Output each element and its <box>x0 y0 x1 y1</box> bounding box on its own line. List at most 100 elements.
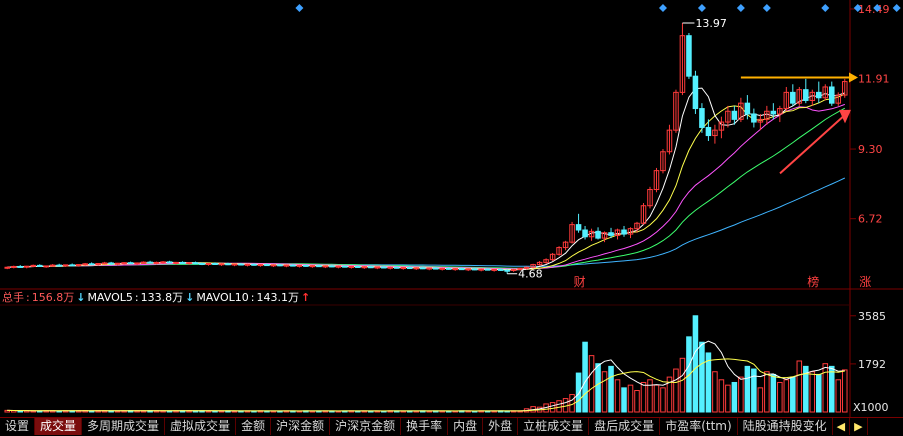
volume-bar <box>699 341 705 413</box>
candle-body <box>686 35 692 77</box>
candle <box>816 81 822 104</box>
ma30-line <box>7 107 846 269</box>
tab-outer-volume[interactable]: 外盘 <box>483 418 519 435</box>
tab-volume[interactable]: 成交量 <box>35 418 83 435</box>
tab-after-hours-volume[interactable]: 盘后成交量 <box>589 418 661 435</box>
candle-body <box>381 266 387 269</box>
candle <box>803 78 809 104</box>
down-arrow-icon: ↓ <box>76 291 86 304</box>
candle <box>783 86 790 112</box>
candle <box>569 221 575 244</box>
tab-settings[interactable]: 设置 <box>0 418 36 435</box>
candle <box>270 264 277 267</box>
volume-bar <box>816 373 822 413</box>
candle-body <box>186 262 192 265</box>
candle-body <box>387 266 394 269</box>
candle-body <box>238 263 244 266</box>
tab-amount[interactable]: 金额 <box>236 418 272 435</box>
volume-bar <box>796 360 803 413</box>
candle <box>828 81 835 106</box>
candle-body <box>251 263 257 266</box>
event-mark-zhang: 涨 <box>859 274 871 289</box>
event-diamond-icon <box>697 4 706 12</box>
tab-shsz-amount[interactable]: 沪深金额 <box>271 418 331 435</box>
candle <box>400 266 407 270</box>
price-tick-label: 14.49 <box>858 3 890 16</box>
candle-body <box>368 266 374 269</box>
candle-body <box>816 91 822 99</box>
tab-multi-period-volume[interactable]: 多周期成交量 <box>82 418 166 435</box>
event-diamond-icon <box>295 4 304 12</box>
event-diamond-icon <box>892 4 901 12</box>
volume-bar <box>660 387 666 413</box>
candle <box>283 264 290 268</box>
candle-body <box>62 264 69 267</box>
ma60-line <box>7 177 846 268</box>
tab-shszbj-amount[interactable]: 沪深京金额 <box>330 418 402 435</box>
candle <box>62 264 69 267</box>
candle-body <box>445 267 452 270</box>
tab-pile-volume[interactable]: 立桩成交量 <box>518 418 590 435</box>
candle <box>725 105 731 128</box>
candle-body <box>283 264 290 267</box>
chart-grid <box>0 0 903 417</box>
moving-average-lines <box>7 87 846 271</box>
candle <box>17 265 24 268</box>
candle-body <box>452 268 458 271</box>
tab-northbound-holding[interactable]: 陆股通持股变化 <box>738 418 833 435</box>
candle-body <box>348 265 355 268</box>
candle <box>43 265 49 268</box>
volume-bar <box>764 371 770 413</box>
candle-body <box>173 261 179 264</box>
candle <box>640 203 647 225</box>
event-markers <box>295 4 901 12</box>
candle <box>712 124 718 144</box>
candle-body <box>10 265 17 268</box>
candle-body <box>205 262 212 265</box>
event-diamond-icon <box>736 4 745 12</box>
candle-body <box>303 264 309 267</box>
candle <box>127 261 134 265</box>
candle <box>49 264 56 267</box>
tab-inner-volume[interactable]: 内盘 <box>448 418 484 435</box>
candle <box>309 265 316 268</box>
total-volume-label: 总手 <box>2 291 24 304</box>
arrow-head-icon <box>849 72 858 83</box>
candle-body <box>484 268 491 271</box>
candle <box>465 268 471 272</box>
candle-body <box>828 86 835 104</box>
candle-body <box>218 263 225 266</box>
candle-body <box>225 263 231 266</box>
candle-body <box>231 263 238 266</box>
candle-body <box>30 264 36 267</box>
tab-pe-ttm[interactable]: 市盈率(ttm) <box>660 418 738 435</box>
candle-body <box>751 113 757 123</box>
event-diamond-icon <box>658 4 667 12</box>
candle <box>562 240 569 251</box>
candle <box>231 263 238 267</box>
tab-turnover-rate[interactable]: 换手率 <box>401 418 449 435</box>
candle-body <box>361 266 368 269</box>
candle-body <box>257 264 264 267</box>
candle-body <box>335 265 342 268</box>
candle <box>101 261 108 265</box>
candle <box>751 108 757 128</box>
ma5-line <box>7 87 845 271</box>
candle <box>166 260 173 264</box>
candle-body <box>621 229 627 235</box>
event-diamond-icon <box>821 4 830 12</box>
tab-scroll-left-icon[interactable]: ◀ <box>833 418 851 435</box>
price-axis: 14.49 11.91 9.30 6.72 <box>850 3 890 226</box>
tab-virtual-volume[interactable]: 虚拟成交量 <box>165 418 237 435</box>
candle <box>296 264 303 268</box>
candle <box>88 262 95 266</box>
candle-body <box>147 261 153 264</box>
candle <box>491 268 497 272</box>
candle <box>510 268 517 272</box>
candle-body <box>153 261 160 264</box>
price-tick-label: 11.91 <box>858 73 890 86</box>
volume-bar <box>692 315 699 413</box>
candle-body <box>121 262 127 265</box>
volume-bar <box>738 376 744 413</box>
tab-scroll-right-icon[interactable]: ▶ <box>850 418 868 435</box>
